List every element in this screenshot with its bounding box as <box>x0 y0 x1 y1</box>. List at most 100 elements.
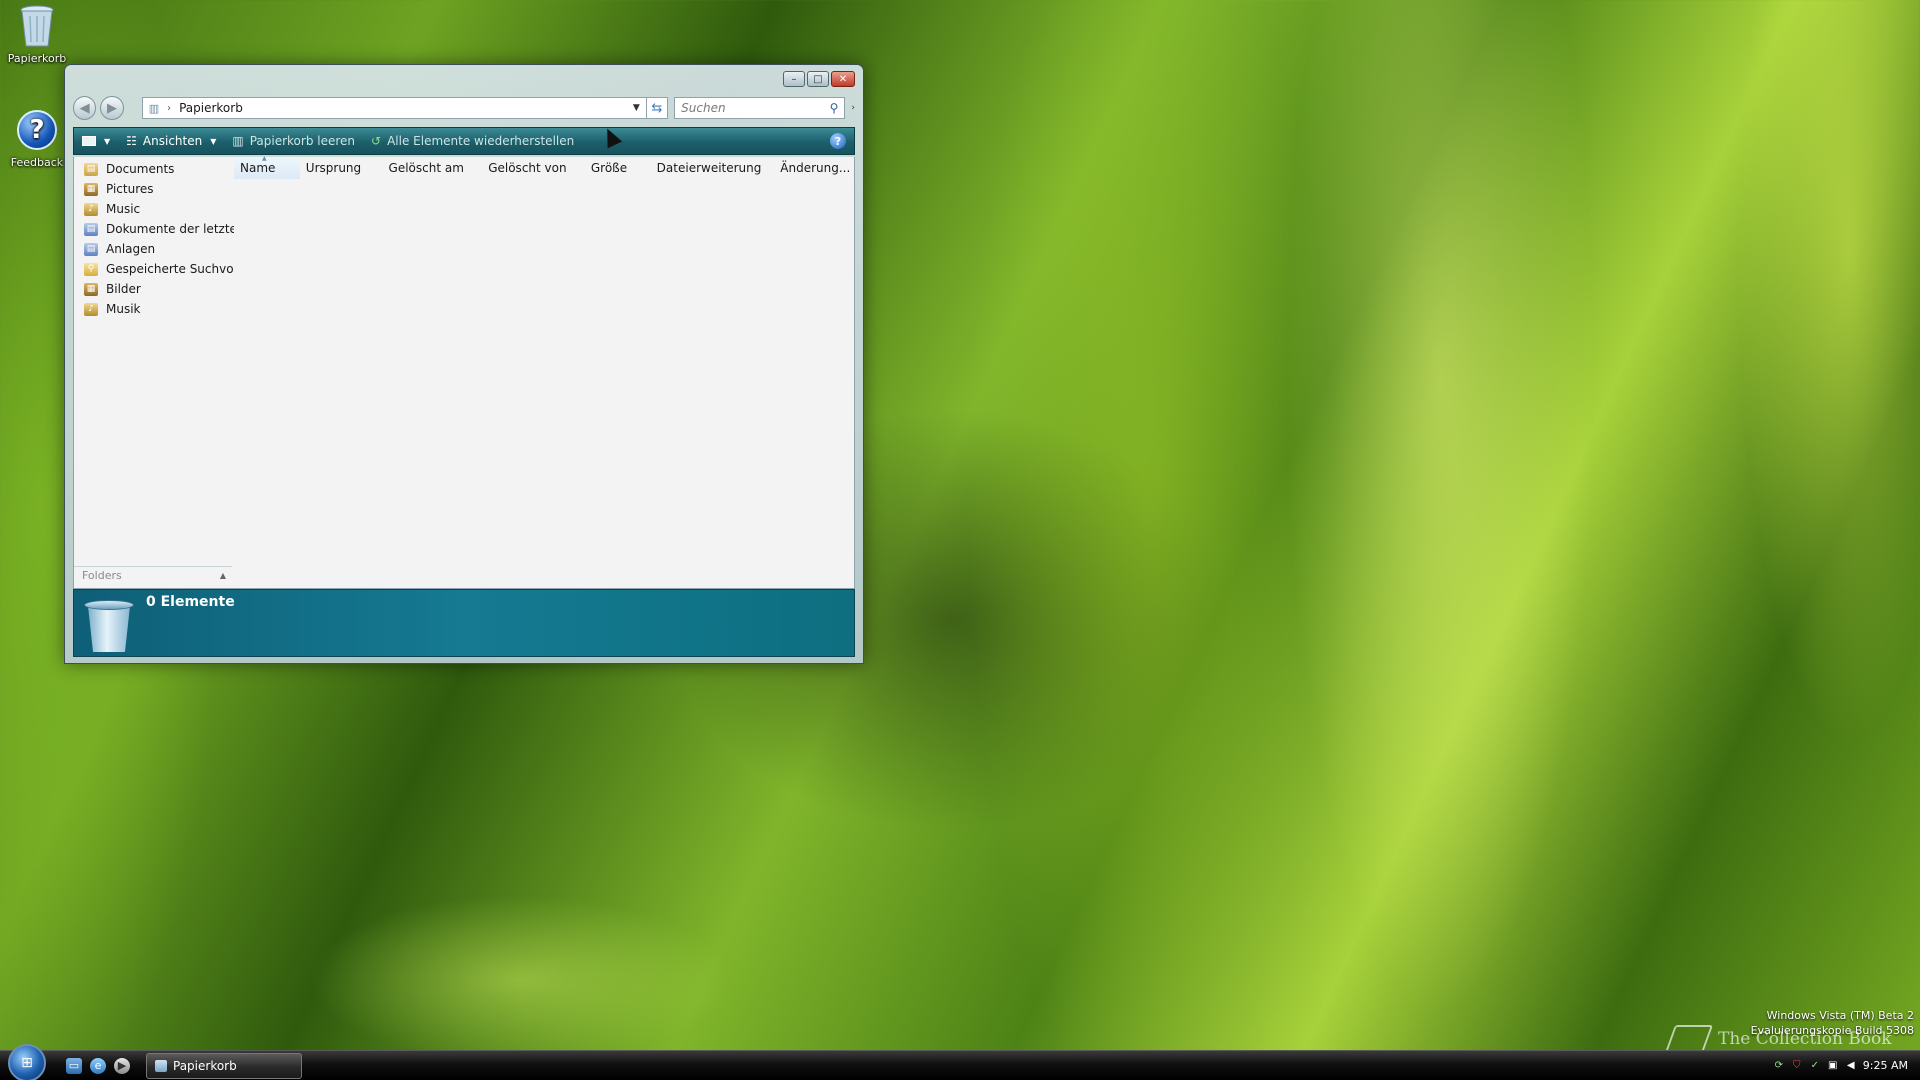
recycle-bin-small-icon <box>155 1059 167 1072</box>
taskbar: ⊞ ▭ e ▶ Papierkorb ⟳ ⛉ ✓ ▣ ◀ 9:25 AM <box>0 1043 1920 1080</box>
favorite-links: ▤ Documents ▦ Pictures ♪ Music ▤ Dokumente der … <box>74 157 234 319</box>
column-header-extension[interactable]: Dateierweiterung <box>651 157 775 179</box>
minimize-button[interactable]: – <box>783 71 805 87</box>
folder-icon: ▤ <box>84 242 98 256</box>
volume-icon[interactable]: ◀ <box>1845 1060 1857 1072</box>
empty-recycle-bin-label: Papierkorb leeren <box>249 134 356 148</box>
desktop-icon-label: Papierkorb <box>7 52 67 65</box>
update-icon[interactable]: ✓ <box>1809 1060 1821 1072</box>
system-tray: ⟳ ⛉ ✓ ▣ ◀ 9:25 AM <box>1773 1059 1908 1072</box>
breadcrumb-current[interactable]: Papierkorb <box>179 101 633 115</box>
folder-icon: ▦ <box>84 182 98 196</box>
navigation-bar: ◀ ▶ ▥ › Papierkorb ▼ ⇆ ⚲ › <box>73 95 855 121</box>
help-icon: ? <box>15 106 59 154</box>
book-icon <box>1664 1025 1714 1053</box>
file-list: Name Ursprung Gelöscht am Gelöscht von G… <box>234 155 854 588</box>
favorite-link-label: Bilder <box>106 282 141 296</box>
favorite-link-label: Gespeicherte Suchvorg <box>106 262 234 276</box>
clock[interactable]: 9:25 AM <box>1863 1059 1908 1072</box>
desktop-icon-recycle-bin[interactable]: Papierkorb <box>0 2 77 65</box>
column-header-name[interactable]: Name <box>234 155 300 179</box>
favorite-link-label: Music <box>106 202 141 216</box>
address-bar[interactable]: ▥ › Papierkorb ▼ <box>141 97 647 119</box>
views-label: Ansichten <box>142 134 203 148</box>
folders-toggle[interactable]: Folders ▲ <box>74 566 232 584</box>
column-header-modified[interactable]: Änderung... <box>774 157 854 179</box>
views-button[interactable]: ☷ Ansichten ▼ <box>118 128 224 154</box>
back-button[interactable]: ◀ <box>73 96 97 120</box>
recycle-bin-large-icon <box>84 596 134 654</box>
windows-logo-icon: ⊞ <box>21 1054 33 1071</box>
favorite-link[interactable]: ▦ Pictures <box>74 179 234 199</box>
organize-icon <box>82 136 96 146</box>
start-button[interactable]: ⊞ <box>8 1043 46 1080</box>
recycle-bin-icon <box>15 2 59 50</box>
taskbar-button-recycle-bin[interactable]: Papierkorb <box>146 1052 302 1079</box>
favorite-link-label: Documents <box>106 162 175 176</box>
item-count: 0 Elemente <box>146 594 235 610</box>
breadcrumb-separator-icon: › <box>167 102 172 114</box>
search-input[interactable] <box>681 101 830 115</box>
favorite-link[interactable]: ▤ Anlagen <box>74 239 234 259</box>
help-button[interactable]: ? <box>830 133 846 149</box>
search-icon[interactable]: ⚲ <box>830 101 839 115</box>
media-player-icon[interactable]: ▶ <box>114 1057 130 1074</box>
internet-explorer-icon[interactable]: e <box>90 1057 106 1074</box>
favorite-link[interactable]: ▤ Dokumente der letzten <box>74 219 234 239</box>
views-icon: ☷ <box>126 134 137 148</box>
folder-icon: ♪ <box>84 202 98 216</box>
favorite-link[interactable]: ♪ Musik <box>74 299 234 319</box>
forward-button[interactable]: ▶ <box>100 96 124 120</box>
back-arrow-icon: ◀ <box>79 100 90 116</box>
column-header-deleted-by[interactable]: Gelöscht von <box>482 157 585 179</box>
chevron-down-icon: ▼ <box>210 136 217 146</box>
column-headers: Name Ursprung Gelöscht am Gelöscht von G… <box>234 155 854 179</box>
column-header-size[interactable]: Größe <box>585 157 651 179</box>
favorite-link[interactable]: ⚲ Gespeicherte Suchvorg <box>74 259 234 279</box>
folder-icon: ♪ <box>84 302 98 316</box>
forward-arrow-icon: ▶ <box>107 100 118 116</box>
network-icon[interactable]: ▣ <box>1827 1060 1839 1072</box>
taskbar-button-label: Papierkorb <box>173 1058 237 1073</box>
refresh-icon: ⇆ <box>651 100 663 116</box>
recycle-bin-small-icon: ▥ <box>232 134 244 148</box>
security-alert-icon[interactable]: ⛉ <box>1791 1060 1803 1072</box>
restore-all-button[interactable]: ↺ Alle Elemente wiederherstellen <box>363 128 582 154</box>
address-dropdown-icon[interactable]: ▼ <box>633 103 640 113</box>
favorite-link[interactable]: ▦ Bilder <box>74 279 234 299</box>
recycle-bin-small-icon: ▥ <box>148 101 160 115</box>
column-header-origin[interactable]: Ursprung <box>300 157 383 179</box>
search-options-icon[interactable]: › <box>851 103 855 113</box>
restore-all-label: Alle Elemente wiederherstellen <box>387 134 575 148</box>
chevron-up-icon: ▲ <box>219 571 226 580</box>
window-controls: – □ ✕ <box>783 71 855 87</box>
content-area: ▤ Documents ▦ Pictures ♪ Music ▤ Dokumente der … <box>73 155 855 589</box>
command-bar: ▼ ☷ Ansichten ▼ ▥ Papierkorb leeren ↺ Al… <box>73 127 855 155</box>
restore-icon: ↺ <box>371 134 382 148</box>
refresh-button[interactable]: ⇆ <box>646 97 669 119</box>
folder-icon: ⚲ <box>84 262 98 276</box>
folders-label: Folders <box>82 569 122 582</box>
folder-icon: ▤ <box>84 222 98 236</box>
favorite-link-label: Pictures <box>106 182 154 196</box>
column-header-deleted-on[interactable]: Gelöscht am <box>383 157 483 179</box>
favorite-link[interactable]: ♪ Music <box>74 199 234 219</box>
favorite-link[interactable]: ▤ Documents <box>74 159 234 179</box>
folder-icon: ▦ <box>84 282 98 296</box>
organize-button[interactable]: ▼ <box>74 128 118 154</box>
quick-launch: ▭ e ▶ <box>66 1057 130 1074</box>
favorite-link-label: Musik <box>106 302 141 316</box>
search-box[interactable]: ⚲ <box>674 97 846 119</box>
empty-recycle-bin-button[interactable]: ▥ Papierkorb leeren <box>224 128 363 154</box>
folder-icon: ▤ <box>84 162 98 176</box>
favorite-link-label: Anlagen <box>106 242 156 256</box>
show-desktop-icon[interactable]: ▭ <box>66 1057 82 1074</box>
sync-icon[interactable]: ⟳ <box>1773 1060 1785 1072</box>
close-button[interactable]: ✕ <box>831 71 855 87</box>
favorite-link-label: Dokumente der letzten <box>106 222 234 236</box>
watermark-line-1: Windows Vista (TM) Beta 2 <box>1766 1009 1914 1022</box>
overlay-brand-text: The Collection Book <box>1718 1029 1892 1049</box>
maximize-button[interactable]: □ <box>807 71 829 87</box>
navigation-pane: ▤ Documents ▦ Pictures ♪ Music ▤ Dokumente der … <box>74 157 234 588</box>
chevron-down-icon: ▼ <box>104 136 111 146</box>
